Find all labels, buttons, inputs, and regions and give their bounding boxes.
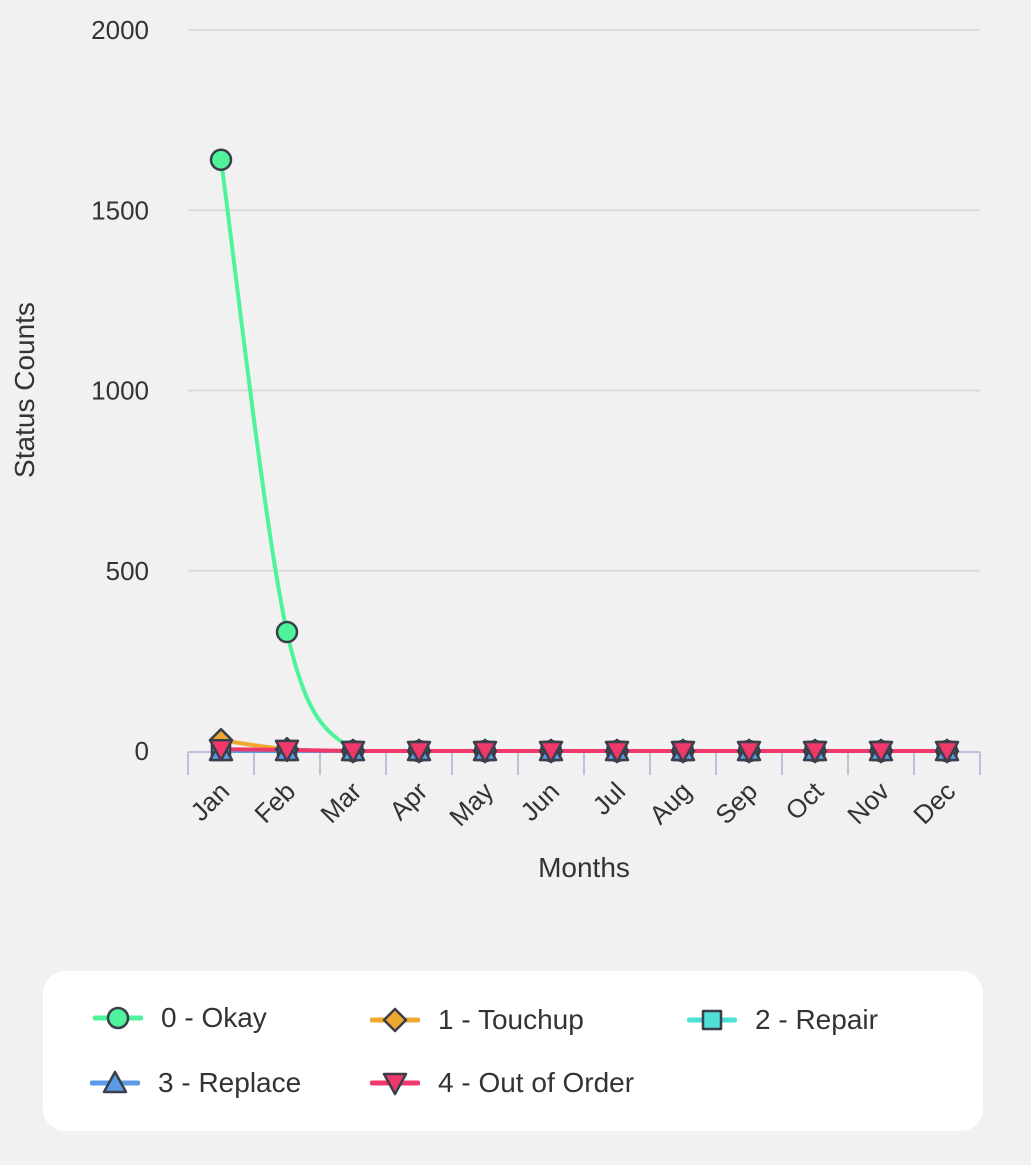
x-tick-label-nov: Nov bbox=[841, 776, 895, 830]
y-axis-ticks: 0 500 1000 1500 2000 bbox=[91, 15, 149, 766]
x-axis-title: Months bbox=[538, 852, 630, 883]
legend-marker bbox=[701, 1009, 723, 1031]
x-axis-ticks: Jan Feb Mar Apr May Jun Jul Aug Sep Oct Nov Dec bbox=[184, 775, 961, 831]
series-markers bbox=[208, 148, 960, 764]
legend-item-okay[interactable]: 0 - Okay bbox=[93, 998, 267, 1038]
x-tick-label-jan: Jan bbox=[184, 776, 235, 827]
x-tick-label-jul: Jul bbox=[587, 776, 632, 821]
okay-legend-icon bbox=[93, 1006, 143, 1030]
legend-marker bbox=[106, 1006, 130, 1030]
y-tick-label-0: 0 bbox=[135, 736, 149, 766]
y-tick-label-1000: 1000 bbox=[91, 376, 149, 406]
legend-item-out-of-order[interactable]: 4 - Out of Order bbox=[370, 1063, 634, 1103]
series-lines bbox=[219, 157, 949, 754]
x-tick-label-sep: Sep bbox=[709, 776, 763, 830]
repair-legend-icon bbox=[687, 1009, 737, 1031]
x-tick-label-may: May bbox=[443, 776, 499, 832]
point-0-okay-jan bbox=[209, 148, 233, 172]
x-tick-label-feb: Feb bbox=[248, 776, 301, 829]
legend-item-replace[interactable]: 3 - Replace bbox=[90, 1063, 301, 1103]
legend-item-repair[interactable]: 2 - Repair bbox=[687, 1000, 878, 1040]
series-line-4-out-of-order bbox=[219, 747, 949, 754]
x-tick-label-aug: Aug bbox=[643, 776, 697, 830]
y-axis-title: Status Counts bbox=[9, 302, 40, 478]
legend-item-touchup[interactable]: 1 - Touchup bbox=[370, 1000, 584, 1040]
x-tick-label-jun: Jun bbox=[514, 776, 565, 827]
legend: 0 - Okay 1 - Touchup 2 - Repair 3 - Repl… bbox=[43, 971, 983, 1131]
x-tick-label-apr: Apr bbox=[383, 776, 433, 826]
legend-marker bbox=[382, 1007, 408, 1033]
point-0-okay-feb bbox=[275, 620, 299, 644]
series-line-0-okay bbox=[219, 157, 949, 754]
y-tick-label-1500: 1500 bbox=[91, 195, 149, 225]
out-of-order-legend-icon bbox=[370, 1072, 420, 1096]
touchup-legend-icon bbox=[370, 1007, 420, 1033]
y-tick-label-2000: 2000 bbox=[91, 15, 149, 45]
x-axis bbox=[187, 751, 981, 775]
y-tick-label-500: 500 bbox=[106, 556, 149, 586]
replace-legend-icon bbox=[90, 1070, 140, 1094]
legend-label-out-of-order: 4 - Out of Order bbox=[438, 1067, 635, 1098]
x-tick-label-dec: Dec bbox=[907, 776, 961, 830]
legend-label-okay: 0 - Okay bbox=[161, 1002, 267, 1033]
legend-label-replace: 3 - Replace bbox=[158, 1067, 302, 1098]
legend-label-repair: 2 - Repair bbox=[755, 1004, 878, 1035]
x-tick-label-oct: Oct bbox=[779, 775, 829, 825]
line-chart: 0 500 1000 1500 2000 Jan Feb Mar Apr May Jun Jul Au… bbox=[9, 15, 981, 883]
grid-lines bbox=[188, 29, 980, 572]
legend-label-touchup: 1 - Touchup bbox=[438, 1004, 584, 1035]
x-tick-label-mar: Mar bbox=[314, 776, 367, 829]
